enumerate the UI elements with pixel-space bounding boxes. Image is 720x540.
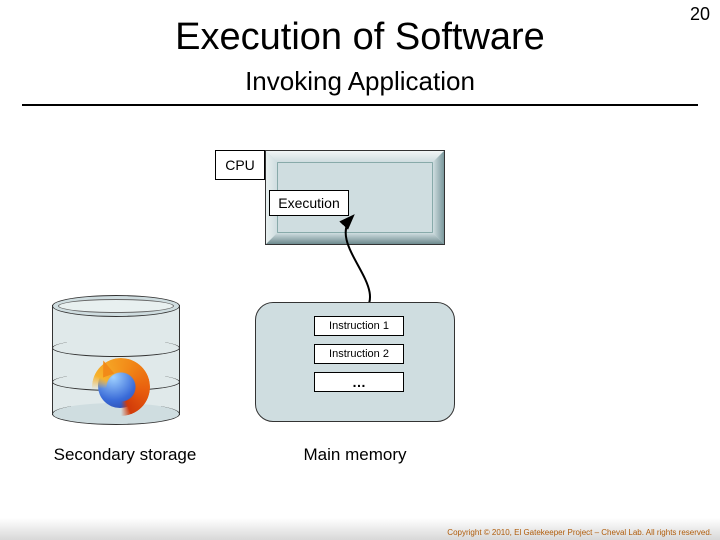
firefox-icon (90, 356, 152, 418)
execution-label: Execution (269, 190, 349, 216)
instruction-2: Instruction 2 (314, 344, 404, 364)
cpu-label: CPU (215, 150, 265, 180)
instruction-ellipsis: … (314, 372, 404, 392)
instruction-1: Instruction 1 (314, 316, 404, 336)
secondary-storage-label: Secondary storage (40, 445, 210, 465)
divider (22, 104, 698, 106)
slide-title: Execution of Software (0, 16, 720, 59)
copyright-text: Copyright © 2010, El Gatekeeper Project … (447, 528, 712, 537)
slide-subtitle: Invoking Application (0, 66, 720, 97)
main-memory-label: Main memory (275, 445, 435, 465)
